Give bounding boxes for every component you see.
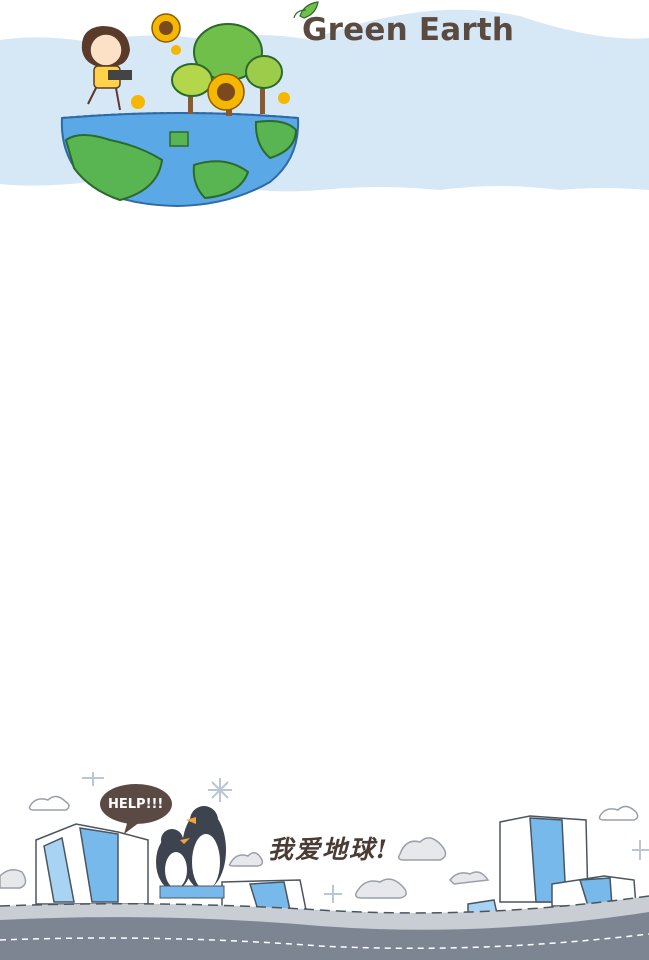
page-title: Green Earth [302, 12, 515, 48]
stationery-background [0, 1, 649, 960]
earth-icon [60, 112, 300, 208]
slogan-text: 我爱地球! [268, 835, 389, 864]
speech-bubble-text: HELP!!! [108, 797, 164, 812]
penguin-icon [156, 806, 226, 899]
